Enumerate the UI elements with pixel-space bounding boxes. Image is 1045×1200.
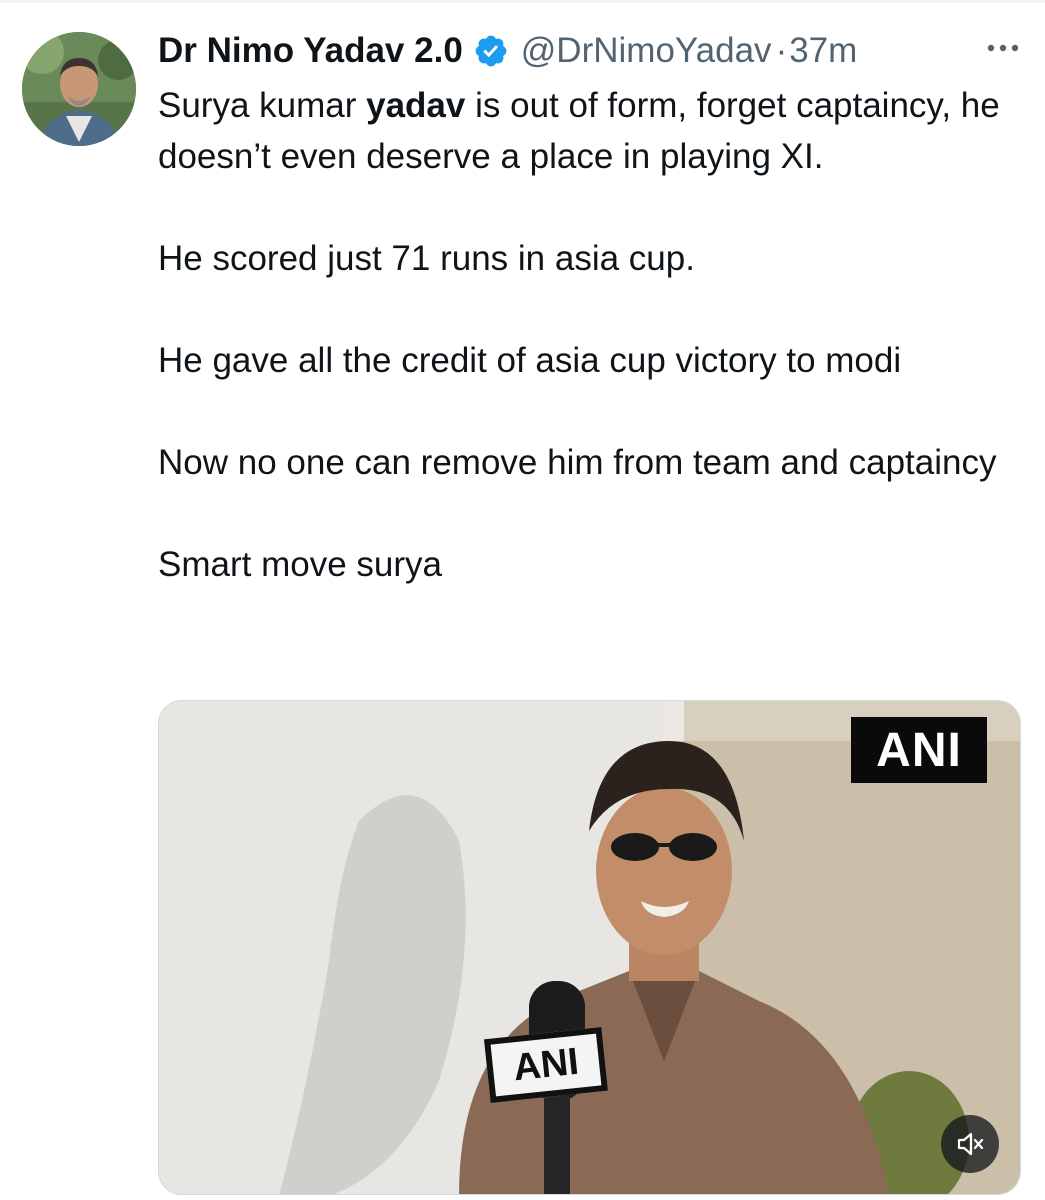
avatar[interactable] bbox=[22, 32, 136, 146]
display-name[interactable]: Dr Nimo Yadav 2.0 bbox=[158, 31, 463, 71]
tweet-paragraph: Surya kumar yadav is out of form, forget… bbox=[158, 80, 1018, 182]
mute-button[interactable] bbox=[941, 1115, 999, 1173]
separator-dot: · bbox=[775, 31, 788, 70]
avatar-image bbox=[22, 32, 136, 146]
tweet-paragraph: Now no one can remove him from team and … bbox=[158, 443, 997, 482]
more-horizontal-icon[interactable] bbox=[985, 38, 1021, 58]
channel-watermark: ANI bbox=[851, 717, 987, 783]
tweet[interactable]: Dr Nimo Yadav 2.0 @DrNimoYadav · 37m Sur… bbox=[0, 0, 1045, 1200]
tweet-paragraph: He gave all the credit of asia cup victo… bbox=[158, 341, 902, 380]
text-segment: Surya kumar bbox=[158, 86, 367, 125]
highlighted-word: yadav bbox=[366, 86, 466, 125]
volume-muted-icon bbox=[957, 1132, 984, 1156]
verified-badge-icon bbox=[475, 35, 507, 67]
tweet-header: Dr Nimo Yadav 2.0 @DrNimoYadav · 37m bbox=[158, 24, 857, 78]
timestamp[interactable]: 37m bbox=[789, 31, 857, 71]
tweet-paragraph: He scored just 71 runs in asia cup. bbox=[158, 239, 695, 278]
mic-flag-logo: ANI bbox=[483, 1027, 609, 1103]
tweet-video[interactable]: ANI ANI bbox=[158, 700, 1021, 1195]
tweet-text: Surya kumar yadav is out of form, forget… bbox=[158, 80, 1018, 590]
tweet-paragraph: Smart move surya bbox=[158, 545, 442, 584]
user-handle[interactable]: @DrNimoYadav bbox=[521, 31, 772, 71]
